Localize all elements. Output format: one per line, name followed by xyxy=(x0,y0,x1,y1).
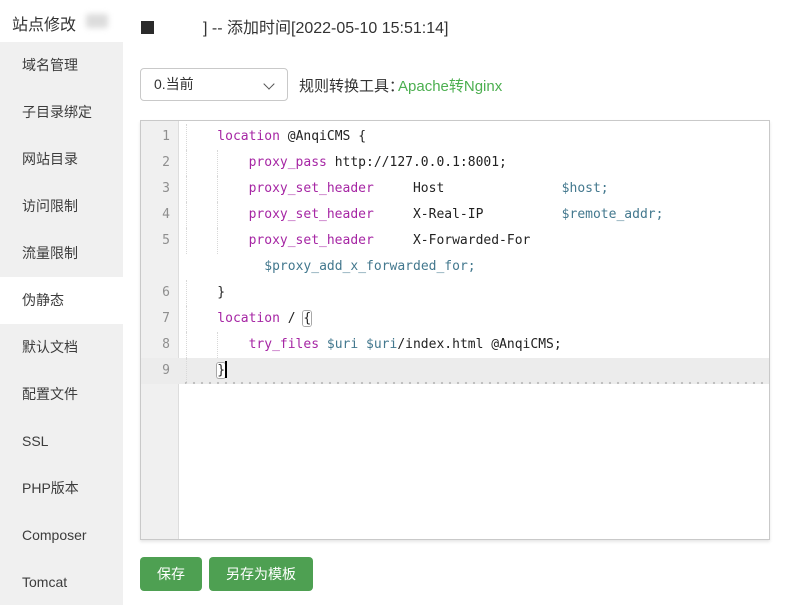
sidebar-item-Composer[interactable]: Composer xyxy=(0,512,123,559)
dialog-header: 站点修改 ] -- 添加时间[2022-05-10 15:51:14] xyxy=(0,0,800,42)
site-added-time: ] -- 添加时间[2022-05-10 15:51:14] xyxy=(203,14,448,38)
save-as-template-button[interactable]: 另存为模板 xyxy=(209,557,313,591)
sidebar-item-默认文档[interactable]: 默认文档 xyxy=(0,324,123,371)
line-number: 8 xyxy=(141,332,179,358)
sidebar-item-子目录绑定[interactable]: 子目录绑定 xyxy=(0,89,123,136)
code-text: proxy_pass http://127.0.0.1:8001; xyxy=(179,150,769,176)
sidebar-item-配置文件[interactable]: 配置文件 xyxy=(0,371,123,418)
line-number: 9 xyxy=(141,358,179,384)
code-text: proxy_set_header X-Forwarded-For xyxy=(179,228,769,254)
line-number: 3 xyxy=(141,176,179,202)
redacted-site-name-block xyxy=(141,21,154,34)
sidebar-item-访问限制[interactable]: 访问限制 xyxy=(0,183,123,230)
sidebar-item-伪静态[interactable]: 伪静态 xyxy=(0,277,123,324)
indent-guide xyxy=(186,150,217,176)
sidebar-item-网站目录[interactable]: 网站目录 xyxy=(0,136,123,183)
code-text: $proxy_add_x_forwarded_for; xyxy=(179,254,769,280)
code-line[interactable]: 2proxy_pass http://127.0.0.1:8001; xyxy=(141,150,769,176)
converter-tool-label: 规则转换工具： xyxy=(299,75,404,96)
code-text: proxy_set_header Host $host; xyxy=(179,176,769,202)
code-text: location @AnqiCMS { xyxy=(179,124,769,150)
indent-guide xyxy=(217,176,248,202)
blurred-site-name xyxy=(86,14,108,28)
code-lines: 1location @AnqiCMS {2proxy_pass http://1… xyxy=(141,124,769,384)
indent-guide xyxy=(186,176,217,202)
code-line[interactable]: 6} xyxy=(141,280,769,306)
text-cursor xyxy=(225,361,227,378)
sidebar-item-PHP版本[interactable]: PHP版本 xyxy=(0,465,123,512)
indent-guide xyxy=(186,202,217,228)
indent-guide xyxy=(186,228,217,254)
line-number: 1 xyxy=(141,124,179,150)
sidebar-item-域名管理[interactable]: 域名管理 xyxy=(0,42,123,89)
rewrite-rule-select[interactable]: 0.当前 xyxy=(140,68,288,101)
rewrite-rule-select-value: 0.当前 xyxy=(154,76,194,92)
code-text: } xyxy=(179,358,769,384)
code-line[interactable]: 5proxy_set_header X-Forwarded-For xyxy=(141,228,769,254)
rewrite-code-editor[interactable]: 1location @AnqiCMS {2proxy_pass http://1… xyxy=(140,120,770,540)
indent-guide xyxy=(186,332,217,358)
indent-guide xyxy=(217,228,248,254)
indent-guide xyxy=(217,332,248,358)
indent-guide xyxy=(186,358,217,384)
sidebar-item-SSL[interactable]: SSL xyxy=(0,418,123,465)
line-number: 4 xyxy=(141,202,179,228)
indent-guide xyxy=(186,306,217,332)
line-number xyxy=(141,254,179,280)
indent-guide xyxy=(186,124,217,150)
line-number: 6 xyxy=(141,280,179,306)
code-text: location / { xyxy=(179,306,769,332)
code-line[interactable]: 1location @AnqiCMS { xyxy=(141,124,769,150)
save-button[interactable]: 保存 xyxy=(140,557,202,591)
dialog-title: 站点修改 xyxy=(12,11,76,35)
indent-guide xyxy=(217,202,248,228)
code-line[interactable]: 9} xyxy=(141,358,769,384)
chevron-down-icon xyxy=(263,78,274,89)
code-line[interactable]: $proxy_add_x_forwarded_for; xyxy=(141,254,769,280)
settings-sidebar: 域名管理子目录绑定网站目录访问限制流量限制伪静态默认文档配置文件SSLPHP版本… xyxy=(0,42,123,605)
line-number: 7 xyxy=(141,306,179,332)
sidebar-item-Tomcat[interactable]: Tomcat xyxy=(0,559,123,605)
site-modify-dialog: 站点修改 ] -- 添加时间[2022-05-10 15:51:14] 域名管理… xyxy=(0,0,800,605)
line-number: 2 xyxy=(141,150,179,176)
code-text: proxy_set_header X-Real-IP $remote_addr; xyxy=(179,202,769,228)
indent-guide xyxy=(217,150,248,176)
code-line[interactable]: 3proxy_set_header Host $host; xyxy=(141,176,769,202)
sidebar-item-流量限制[interactable]: 流量限制 xyxy=(0,230,123,277)
code-line[interactable]: 8try_files $uri $uri/index.html @AnqiCMS… xyxy=(141,332,769,358)
code-line[interactable]: 7location / { xyxy=(141,306,769,332)
code-text: try_files $uri $uri/index.html @AnqiCMS; xyxy=(179,332,769,358)
line-number: 5 xyxy=(141,228,179,254)
indent-guide xyxy=(186,280,217,306)
code-text: } xyxy=(179,280,769,306)
apache-to-nginx-link[interactable]: Apache转Nginx xyxy=(398,75,502,96)
code-line[interactable]: 4proxy_set_header X-Real-IP $remote_addr… xyxy=(141,202,769,228)
